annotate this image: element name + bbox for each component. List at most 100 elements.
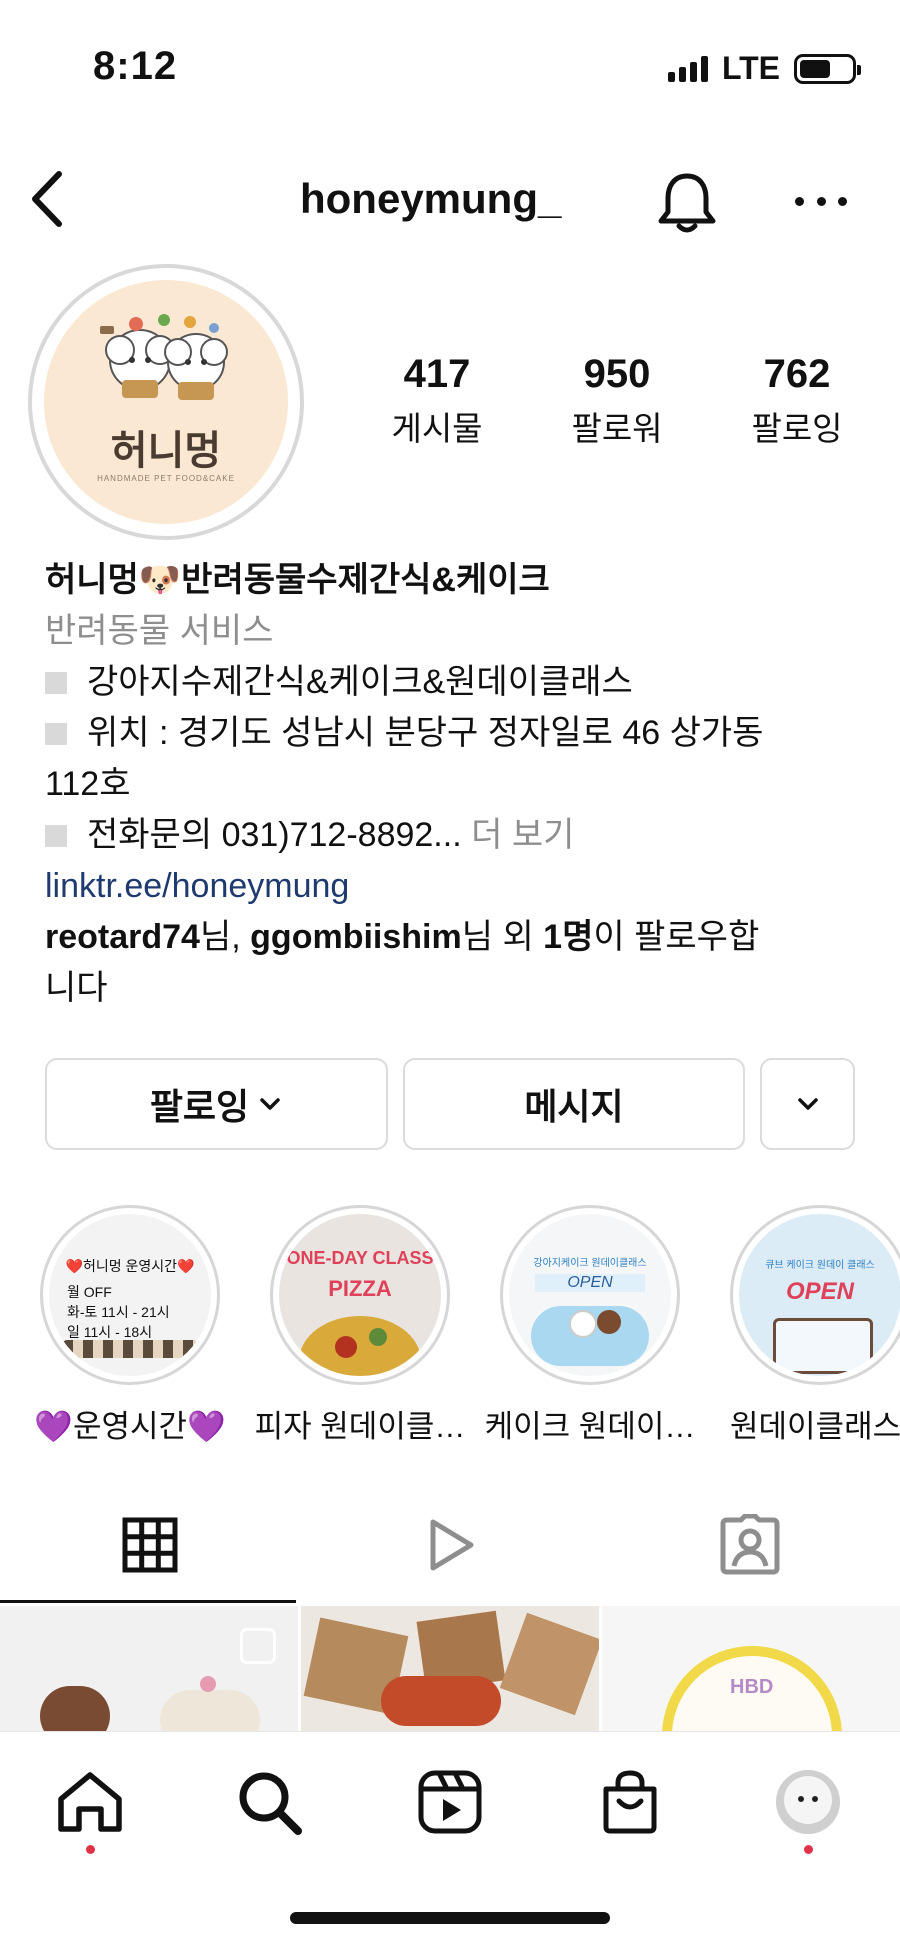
bullet-square-icon (45, 672, 67, 694)
chevron-down-icon (797, 1098, 818, 1110)
bell-icon (658, 173, 716, 233)
tab-reels[interactable] (300, 1505, 600, 1585)
brand-logo: 허니멍 HANDMADE PET FOOD&CAKE (44, 280, 288, 524)
followed-by-suffix: 이 팔로우합 (593, 918, 760, 956)
search-icon (239, 1772, 302, 1835)
network-label: LTE (721, 50, 780, 86)
message-button-label: 메시지 (524, 1086, 624, 1127)
logo-text: 허니멍 (110, 429, 222, 473)
follower-username: reotard74 (45, 918, 200, 956)
logo-subtext: HANDMADE PET FOOD&CAKE (97, 474, 235, 483)
profile-activity-dot (804, 1845, 813, 1854)
highlight-card-title: 강아지케이크 원데이클래스 (533, 1258, 647, 1269)
bio-line: 전화문의 031)712-8892... 더 보기 (29, 810, 849, 861)
highlight-cover: ONE-DAY CLASS PIZZA (279, 1214, 441, 1376)
profile-link[interactable]: linktr.ee/honeymung (45, 861, 865, 912)
highlight-label: 💜운영시간💜 (34, 1409, 226, 1444)
bio-line: 위치 : 경기도 성남시 분당구 정자일로 46 상가동 (29, 708, 849, 759)
followed-by-sep: 님 외 (461, 918, 544, 956)
followers-count: 950 (583, 352, 651, 396)
chevron-left-icon (32, 171, 62, 227)
multiple-posts-icon (240, 1628, 276, 1664)
bio-line: 112호 (45, 759, 865, 810)
tagged-person-icon (720, 1514, 780, 1575)
story-highlight[interactable]: ❤️허니멍 운영시간❤️ 월 OFF 화-토 11시 - 21시 일 11시 -… (34, 1205, 226, 1446)
highlight-card-subtitle: OPEN (785, 1278, 854, 1305)
play-icon (430, 1519, 474, 1571)
avatar (776, 1770, 840, 1834)
home-indicator[interactable] (290, 1912, 610, 1924)
highlight-card-title: 큐브 케이크 원데이 클래스 (765, 1260, 875, 1271)
grid-icon (122, 1517, 178, 1573)
chevron-down-icon (260, 1098, 280, 1110)
post-thumbnail[interactable]: HBD (602, 1606, 900, 1731)
posts-label: 게시물 (391, 410, 483, 447)
more-dot-icon (838, 196, 847, 206)
suggested-accounts-button[interactable] (760, 1058, 855, 1150)
highlight-cover: 강아지케이크 원데이클래스 OPEN (509, 1214, 671, 1376)
highlight-cover: 큐브 케이크 원데이 클래스 OPEN (739, 1214, 900, 1376)
highlight-label: 원데이클래스… (730, 1409, 900, 1444)
post-thumbnail[interactable] (0, 1606, 298, 1731)
following-count: 762 (763, 352, 831, 396)
status-indicators: LTE (667, 50, 861, 87)
more-dot-icon (795, 196, 804, 206)
followed-by-suffix: 니다 (45, 969, 108, 1007)
highlight-label: 피자 원데이클… (254, 1409, 466, 1444)
pizza-illustration (299, 1316, 421, 1376)
profile-username: honeymung_ (300, 175, 562, 222)
followers-stat[interactable]: 950 팔로워 (542, 352, 692, 450)
nav-profile[interactable] (768, 1762, 848, 1842)
bio-text: 강아지수제간식&케이크&원데이클래스 (87, 663, 633, 701)
highlight-label: 케이크 원데이… (484, 1409, 696, 1444)
highlight-card-row: 일 11시 - 18시 (67, 1324, 153, 1340)
following-button-label: 팔로잉 (149, 1086, 250, 1127)
bio-text: 위치 : 경기도 성남시 분당구 정자일로 46 상가동 (87, 714, 764, 752)
highlight-cover: ❤️허니멍 운영시간❤️ 월 OFF 화-토 11시 - 21시 일 11시 -… (49, 1214, 211, 1376)
message-button[interactable]: 메시지 (403, 1058, 745, 1150)
highlight-card-title: ❤️허니멍 운영시간❤️ (65, 1258, 195, 1274)
followed-by-text[interactable]: reotard74님, ggombiishim님 외 1명이 팔로우합니다 (45, 912, 865, 1014)
active-tab-indicator (0, 1600, 296, 1603)
bullet-square-icon (45, 825, 67, 847)
story-highlight[interactable]: 큐브 케이크 원데이 클래스 OPEN 원데이클래스… (730, 1205, 900, 1446)
story-highlight[interactable]: 강아지케이크 원데이클래스 OPEN 케이크 원데이… (485, 1205, 695, 1446)
followed-by-sep: 님, (199, 918, 251, 956)
more-options-button[interactable] (795, 175, 847, 227)
nav-shop[interactable] (590, 1762, 670, 1842)
nav-reels[interactable] (410, 1762, 490, 1842)
shopping-bag-icon (603, 1770, 657, 1834)
signal-icon (667, 55, 708, 82)
cake-illustration (773, 1318, 873, 1374)
bullet-square-icon (45, 723, 67, 745)
dog-row-illustration (63, 1340, 197, 1358)
reels-icon (418, 1770, 482, 1834)
highlight-card-row: 화-토 11시 - 21시 (67, 1304, 170, 1320)
posts-stat[interactable]: 417 게시물 (362, 352, 512, 450)
status-time: 8:12 (93, 44, 178, 88)
following-button[interactable]: 팔로잉 (45, 1058, 388, 1150)
followers-label: 팔로워 (571, 410, 663, 447)
battery-icon (794, 53, 861, 84)
highlight-card-subtitle: PIZZA (328, 1276, 392, 1301)
profile-display-name: 허니멍🐶반려동물수제간식&케이크 (45, 561, 550, 599)
story-highlight[interactable]: ONE-DAY CLASS PIZZA 피자 원데이클… (255, 1205, 465, 1446)
dog-illustration-icon (100, 314, 228, 400)
notifications-button[interactable] (652, 168, 722, 238)
back-button[interactable] (22, 168, 72, 230)
tab-tagged[interactable] (600, 1505, 900, 1585)
posts-count: 417 (403, 352, 471, 396)
nav-home[interactable] (50, 1762, 130, 1842)
nav-search[interactable] (229, 1762, 309, 1842)
profile-category: 반려동물 서비스 (45, 612, 274, 650)
highlight-card-title: ONE-DAY CLASS (286, 1248, 434, 1268)
post-thumbnail[interactable] (301, 1606, 599, 1731)
followed-by-count: 1명 (543, 918, 594, 956)
more-dot-icon (816, 196, 826, 206)
following-stat[interactable]: 762 팔로잉 (722, 352, 872, 450)
tab-posts-grid[interactable] (0, 1505, 300, 1585)
profile-avatar[interactable]: 허니멍 HANDMADE PET FOOD&CAKE (28, 264, 304, 540)
follower-username: ggombiishim (250, 918, 462, 956)
home-icon (58, 1772, 122, 1832)
see-more-link[interactable]: 더 보기 (471, 816, 574, 854)
